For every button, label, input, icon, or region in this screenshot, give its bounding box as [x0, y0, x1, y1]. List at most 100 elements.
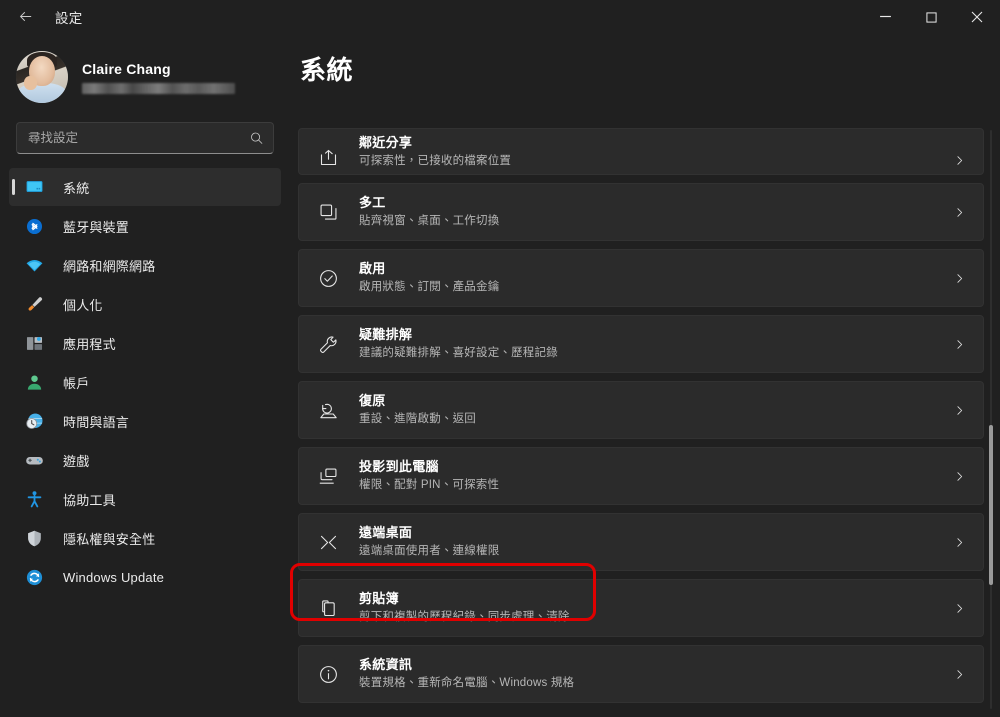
- settings-row-subtitle: 權限、配對 PIN、可探索性: [359, 478, 500, 491]
- window-title: 設定: [55, 11, 83, 27]
- settings-row-title: 剪貼簿: [359, 591, 399, 607]
- settings-row-title: 復原: [359, 393, 386, 409]
- minimize-button[interactable]: [862, 0, 908, 38]
- back-button[interactable]: [8, 4, 42, 34]
- sidebar: Claire Chang 尋找設定 系統 藍牙與裝置 網路和網際網路 個人化 應…: [0, 38, 290, 717]
- settings-row-title: 啟用: [359, 261, 386, 277]
- gamepad-icon: [23, 449, 45, 471]
- settings-row-text: 啟用 啟用狀態、訂閱、產品金鑰: [359, 260, 949, 296]
- sidebar-item-gaming[interactable]: 遊戲: [9, 441, 281, 479]
- apps-icon: [23, 332, 45, 354]
- account-profile[interactable]: Claire Chang: [0, 44, 290, 110]
- chevron-right-icon: [949, 268, 969, 288]
- sidebar-item-apps[interactable]: 應用程式: [9, 324, 281, 362]
- account-name: Claire Chang: [82, 60, 171, 77]
- sidebar-item-label: 隱私權與安全性: [63, 531, 156, 547]
- settings-window: 設定 Claire Chang 尋找設定 系統 藍牙與裝置 網路和網際網路 個人…: [0, 0, 1000, 717]
- sidebar-item-network-internet[interactable]: 網路和網際網路: [9, 246, 281, 284]
- sidebar-item-personalization[interactable]: 個人化: [9, 285, 281, 323]
- account-email-redacted: [82, 83, 235, 95]
- scrollbar-thumb[interactable]: [989, 425, 993, 585]
- settings-row-subtitle: 啟用狀態、訂閱、產品金鑰: [359, 280, 500, 293]
- chevron-right-icon: [949, 334, 969, 354]
- settings-row-text: 遠端桌面 遠端桌面使用者、連線權限: [359, 524, 949, 560]
- search-box[interactable]: [16, 122, 274, 154]
- maximize-button[interactable]: [908, 0, 954, 38]
- window-body: Claire Chang 尋找設定 系統 藍牙與裝置 網路和網際網路 個人化 應…: [0, 38, 1000, 717]
- sidebar-item-label: 協助工具: [63, 492, 116, 508]
- shield-icon: [23, 527, 45, 549]
- chevron-right-icon: [949, 598, 969, 618]
- search-icon[interactable]: [249, 131, 264, 146]
- settings-row-text: 鄰近分享 可探索性，已接收的檔案位置: [359, 134, 949, 170]
- settings-row-title: 投影到此電腦: [359, 459, 439, 475]
- sidebar-item-label: Windows Update: [63, 569, 165, 585]
- settings-row-subtitle: 裝置規格、重新命名電腦、Windows 規格: [359, 676, 575, 689]
- close-button[interactable]: [954, 0, 1000, 38]
- sidebar-item-label: 藍牙與裝置: [63, 219, 130, 235]
- settings-row-multitasking[interactable]: 多工 貼齊視窗、桌面、工作切換: [298, 183, 984, 241]
- sidebar-item-label: 網路和網際網路: [63, 258, 156, 274]
- settings-row-title: 鄰近分享: [359, 135, 413, 151]
- chevron-right-icon: [949, 202, 969, 222]
- settings-row-subtitle: 貼齊視窗、桌面、工作切換: [359, 214, 500, 227]
- sidebar-item-accessibility[interactable]: 協助工具: [9, 480, 281, 518]
- settings-row-subtitle: 剪下和複製的歷程紀錄、同步處理、清除: [359, 610, 570, 623]
- person-icon: [23, 371, 45, 393]
- settings-row-text: 投影到此電腦 權限、配對 PIN、可探索性: [359, 458, 949, 494]
- main-scrollbar[interactable]: [986, 130, 996, 709]
- chevron-right-icon: [949, 150, 969, 170]
- settings-row-about[interactable]: 系統資訊 裝置規格、重新命名電腦、Windows 規格: [298, 645, 984, 703]
- chevron-right-icon: [949, 532, 969, 552]
- paintbrush-icon: [23, 293, 45, 315]
- settings-row-remote-desktop[interactable]: 遠端桌面 遠端桌面使用者、連線權限: [298, 513, 984, 571]
- settings-row-subtitle: 可探索性，已接收的檔案位置: [359, 154, 512, 167]
- info-circle-icon: [315, 661, 341, 687]
- settings-row-subtitle: 重設、進階啟動、返回: [359, 412, 476, 425]
- main-content: 系統 鄰近分享 可探索性，已接收的檔案位置 多工 貼齊視窗、桌面、工作切換 啟用…: [290, 38, 1000, 717]
- profile-text: Claire Chang: [82, 60, 235, 95]
- monitor-icon: [23, 176, 45, 198]
- settings-list: 鄰近分享 可探索性，已接收的檔案位置 多工 貼齊視窗、桌面、工作切換 啟用 啟用…: [298, 128, 984, 717]
- settings-row-nearby-share[interactable]: 鄰近分享 可探索性，已接收的檔案位置: [298, 128, 984, 175]
- check-circle-icon: [315, 265, 341, 291]
- search-container: [0, 110, 290, 154]
- settings-row-clipboard[interactable]: 剪貼簿 剪下和複製的歷程紀錄、同步處理、清除: [298, 579, 984, 637]
- sidebar-nav: 系統 藍牙與裝置 網路和網際網路 個人化 應用程式 帳戶 時間與語言 遊戲 協助…: [0, 168, 290, 717]
- avatar: [16, 51, 68, 103]
- settings-row-recovery[interactable]: 復原 重設、進階啟動、返回: [298, 381, 984, 439]
- sidebar-item-label: 個人化: [63, 297, 103, 313]
- remote-desktop-icon: [315, 529, 341, 555]
- recovery-icon: [315, 397, 341, 423]
- settings-row-text: 系統資訊 裝置規格、重新命名電腦、Windows 規格: [359, 656, 949, 692]
- settings-row-title: 遠端桌面: [359, 525, 413, 541]
- settings-row-title: 疑難排解: [359, 327, 413, 343]
- window-controls: [862, 0, 1000, 38]
- sidebar-item-time-language[interactable]: 時間與語言: [9, 402, 281, 440]
- bluetooth-icon: [23, 215, 45, 237]
- settings-row-title: 多工: [359, 195, 386, 211]
- close-icon: [971, 10, 983, 28]
- chevron-right-icon: [949, 400, 969, 420]
- clock-globe-icon: [23, 410, 45, 432]
- search-input[interactable]: [17, 123, 273, 153]
- project-icon: [315, 463, 341, 489]
- sidebar-item-privacy-security[interactable]: 隱私權與安全性: [9, 519, 281, 557]
- scrollbar-track[interactable]: [990, 130, 992, 709]
- wrench-icon: [315, 331, 341, 357]
- settings-row-text: 多工 貼齊視窗、桌面、工作切換: [359, 194, 949, 230]
- title-bar: 設定: [0, 0, 1000, 38]
- sidebar-item-system[interactable]: 系統: [9, 168, 281, 206]
- sidebar-item-windows-update[interactable]: Windows Update: [9, 558, 281, 596]
- settings-row-activation[interactable]: 啟用 啟用狀態、訂閱、產品金鑰: [298, 249, 984, 307]
- sidebar-item-bluetooth-devices[interactable]: 藍牙與裝置: [9, 207, 281, 245]
- settings-row-subtitle: 遠端桌面使用者、連線權限: [359, 544, 500, 557]
- sidebar-item-accounts[interactable]: 帳戶: [9, 363, 281, 401]
- sidebar-item-label: 帳戶: [63, 375, 90, 391]
- page-title: 系統: [300, 55, 354, 85]
- settings-row-projecting[interactable]: 投影到此電腦 權限、配對 PIN、可探索性: [298, 447, 984, 505]
- settings-row-troubleshoot[interactable]: 疑難排解 建議的疑難排解、喜好設定、歷程記錄: [298, 315, 984, 373]
- settings-row-text: 復原 重設、進階啟動、返回: [359, 392, 949, 428]
- sidebar-item-label: 遊戲: [63, 453, 90, 469]
- clipboard-icon: [315, 595, 341, 621]
